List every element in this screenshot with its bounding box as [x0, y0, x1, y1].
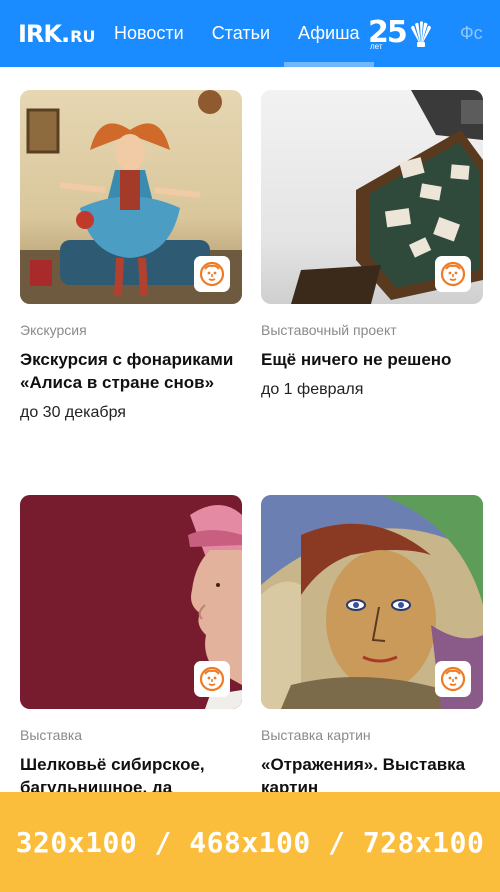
- event-thumbnail[interactable]: [20, 90, 242, 304]
- nav-item-label: Афиша: [298, 23, 360, 43]
- event-category: Экскурсия: [20, 322, 87, 338]
- lion-icon: [194, 661, 230, 697]
- event-category: Выставка: [20, 727, 83, 743]
- event-card[interactable]: Экскурсия Экскурсия с фонариками «Алиса …: [20, 90, 242, 422]
- event-category: Выставка картин: [261, 727, 371, 743]
- lion-icon-graphic: [440, 666, 466, 692]
- anniversary-word: лет: [370, 42, 383, 51]
- nav-item-label: Статьи: [211, 23, 271, 43]
- nav-item-articles[interactable]: Статьи: [198, 0, 284, 67]
- site-header: IRK . RU Новости Статьи Афиша 25 лет Фс: [0, 0, 500, 67]
- logo-dot: .: [61, 20, 71, 48]
- lion-icon-graphic: [199, 261, 225, 287]
- event-title[interactable]: Экскурсия с фонариками «Алиса в стране с…: [20, 348, 242, 394]
- event-thumbnail[interactable]: [261, 495, 483, 709]
- lion-icon: [435, 661, 471, 697]
- logo-main-text: IRK: [18, 20, 62, 48]
- shell-fan-icon: [411, 21, 431, 47]
- lion-icon-graphic: [440, 261, 466, 287]
- event-date: до 30 декабря: [20, 404, 126, 421]
- ad-banner[interactable]: 320x100 / 468x100 / 728x100: [0, 792, 500, 892]
- nav-item-cut[interactable]: Фс: [460, 0, 483, 67]
- ad-banner-text: 320x100 / 468x100 / 728x100: [15, 825, 485, 859]
- event-card[interactable]: Выставка Шелковьё сибирское, багульнишно…: [20, 495, 242, 799]
- nav-item-label: Новости: [114, 23, 184, 43]
- event-card[interactable]: Выставочный проект Ещё ничего не решено …: [261, 90, 483, 399]
- lion-icon-graphic: [199, 666, 225, 692]
- event-card[interactable]: Выставка картин «Отражения». Выставка ка…: [261, 495, 483, 799]
- event-thumbnail[interactable]: [261, 90, 483, 304]
- lion-icon: [194, 256, 230, 292]
- nav-item-news[interactable]: Новости: [100, 0, 198, 67]
- anniversary-badge[interactable]: 25 лет: [368, 16, 438, 54]
- nav-item-afisha[interactable]: Афиша: [284, 0, 374, 67]
- lion-icon: [435, 256, 471, 292]
- event-title[interactable]: Ещё ничего не решено: [261, 348, 483, 371]
- main-nav: Новости Статьи Афиша: [100, 0, 374, 67]
- event-category: Выставочный проект: [261, 322, 397, 338]
- event-thumbnail[interactable]: [20, 495, 242, 709]
- event-date: до 1 февраля: [261, 381, 364, 398]
- logo-tld: RU: [70, 27, 96, 46]
- nav-item-label: Фс: [460, 23, 483, 43]
- site-logo[interactable]: IRK . RU: [18, 20, 95, 48]
